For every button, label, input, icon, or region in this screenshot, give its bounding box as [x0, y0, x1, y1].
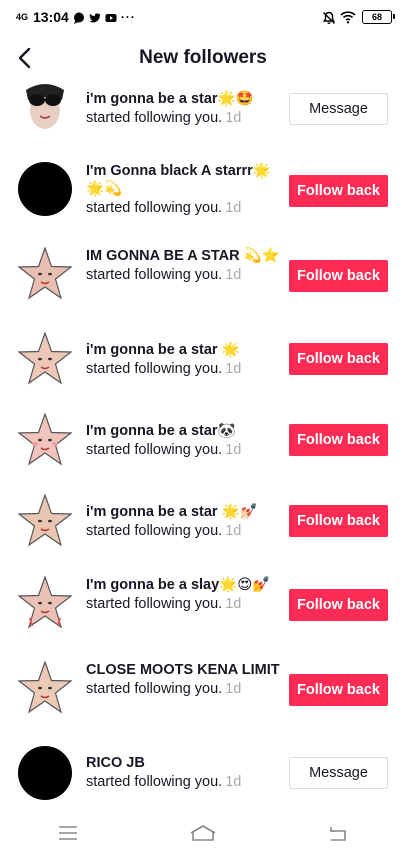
follower-text: i'm gonna be a star🌟🤩 started following …: [86, 90, 280, 128]
home-icon: [190, 825, 216, 841]
header: New followers: [0, 34, 406, 82]
menu-icon: [58, 826, 77, 840]
page-title: New followers: [139, 47, 267, 68]
message-button[interactable]: Message: [289, 93, 388, 125]
followers-list[interactable]: i'm gonna be a star🌟🤩 started following …: [0, 82, 406, 808]
star-face-avatar[interactable]: [18, 576, 72, 630]
menu-button[interactable]: [54, 822, 82, 844]
follower-text: IM GONNA BE A STAR 💫⭐ started following …: [86, 247, 280, 285]
star-face-avatar[interactable]: [18, 661, 72, 715]
follower-name[interactable]: i'm gonna be a star 🌟: [86, 341, 280, 359]
follower-activity: started following you. 1d: [86, 265, 280, 285]
activity-time: 1d: [225, 200, 242, 216]
sunglasses-star-avatar[interactable]: [18, 82, 72, 132]
follower-name[interactable]: I'm gonna be a slay🌟😍💅: [86, 576, 280, 594]
wifi-icon: [340, 10, 356, 24]
status-bar: 4G 13:04 ··· 68: [0, 0, 406, 34]
status-left: 4G 13:04 ···: [16, 9, 136, 25]
star-face-avatar[interactable]: [18, 494, 72, 548]
follower-text: RICO JB started following you. 1d: [86, 754, 280, 792]
follower-activity: started following you. 1d: [86, 440, 280, 460]
follower-text: I'm gonna be a star🐼 started following y…: [86, 422, 280, 460]
follow-back-button[interactable]: Follow back: [289, 260, 388, 292]
chat-bubble-icon: [73, 11, 85, 24]
star-face-avatar[interactable]: [18, 247, 72, 301]
back-button[interactable]: [14, 46, 38, 70]
activity-time: 1d: [225, 596, 242, 612]
follower-text: CLOSE MOOTS KENA LIMIT started following…: [86, 661, 280, 699]
activity-time: 1d: [225, 267, 242, 283]
back-nav-button[interactable]: [324, 822, 352, 844]
follower-name[interactable]: I'm Gonna black A starrr🌟🌟💫: [86, 162, 280, 198]
follow-back-button[interactable]: Follow back: [289, 343, 388, 375]
activity-time: 1d: [225, 442, 242, 458]
home-button[interactable]: [189, 822, 217, 844]
black-circle-avatar[interactable]: [18, 746, 72, 800]
follower-name[interactable]: RICO JB: [86, 754, 280, 772]
follower-activity: started following you. 1d: [86, 521, 280, 541]
activity-text: started following you.: [86, 442, 223, 458]
status-right: 68: [322, 10, 395, 24]
follower-name[interactable]: i'm gonna be a star 🌟💅🏻: [86, 503, 280, 521]
follower-text: I'm gonna be a slay🌟😍💅 started following…: [86, 576, 280, 614]
follower-text: i'm gonna be a star 🌟💅🏻 started followin…: [86, 503, 280, 541]
battery-indicator: 68: [362, 10, 395, 24]
activity-time: 1d: [225, 110, 242, 126]
activity-text: started following you.: [86, 523, 223, 539]
follower-name[interactable]: i'm gonna be a star🌟🤩: [86, 90, 280, 108]
follow-back-button[interactable]: Follow back: [289, 674, 388, 706]
activity-text: started following you.: [86, 596, 223, 612]
message-button[interactable]: Message: [289, 757, 388, 789]
twitter-icon: [89, 11, 101, 23]
follow-back-button[interactable]: Follow back: [289, 424, 388, 456]
activity-time: 1d: [225, 523, 242, 539]
follower-activity: started following you. 1d: [86, 359, 280, 379]
follower-name[interactable]: CLOSE MOOTS KENA LIMIT: [86, 661, 280, 679]
chevron-left-icon: [18, 47, 31, 69]
follower-text: I'm Gonna black A starrr🌟🌟💫 started foll…: [86, 162, 280, 218]
activity-time: 1d: [225, 774, 242, 790]
mute-icon: [322, 11, 336, 24]
black-circle-avatar[interactable]: [18, 162, 72, 216]
follow-back-button[interactable]: Follow back: [289, 175, 388, 207]
status-time: 13:04: [33, 9, 69, 25]
activity-time: 1d: [225, 681, 242, 697]
activity-text: started following you.: [86, 110, 223, 126]
follow-back-button[interactable]: Follow back: [289, 505, 388, 537]
activity-text: started following you.: [86, 361, 223, 377]
system-nav-bar: [0, 808, 406, 858]
youtube-icon: [105, 11, 117, 23]
more-notifications-indicator: ···: [120, 10, 136, 24]
follower-name[interactable]: IM GONNA BE A STAR 💫⭐: [86, 247, 280, 265]
follow-back-button[interactable]: Follow back: [289, 589, 388, 621]
follower-activity: started following you. 1d: [86, 772, 280, 792]
activity-text: started following you.: [86, 774, 223, 790]
activity-text: started following you.: [86, 681, 223, 697]
activity-text: started following you.: [86, 267, 223, 283]
activity-time: 1d: [225, 361, 242, 377]
follower-text: i'm gonna be a star 🌟 started following …: [86, 341, 280, 379]
follower-activity: started following you. 1d: [86, 198, 280, 218]
follower-activity: started following you. 1d: [86, 108, 280, 128]
return-icon: [330, 827, 347, 841]
network-indicator: 4G: [16, 12, 29, 22]
star-face-avatar[interactable]: [18, 413, 72, 467]
follower-activity: started following you. 1d: [86, 679, 280, 699]
activity-text: started following you.: [86, 200, 223, 216]
follower-name[interactable]: I'm gonna be a star🐼: [86, 422, 280, 440]
follower-activity: started following you. 1d: [86, 594, 280, 614]
star-face-avatar[interactable]: [18, 332, 72, 386]
